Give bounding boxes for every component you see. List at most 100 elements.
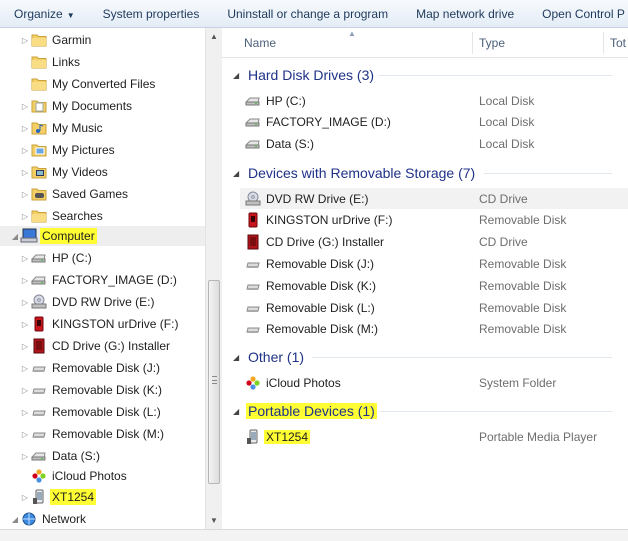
expand-arrow-icon[interactable]: ▷ (20, 168, 30, 177)
nav-item-removable-disk-l[interactable]: ▷ Removable Disk (L:) (20, 402, 163, 422)
expand-arrow-icon[interactable]: ▷ (20, 254, 30, 263)
nav-item-my-documents[interactable]: ▷ My Documents (20, 96, 134, 116)
nav-item-computer[interactable]: ◢ Computer (10, 226, 97, 246)
list-item[interactable]: FACTORY_IMAGE (D:) Local Disk (240, 112, 628, 133)
collapse-group-icon[interactable]: ◢ (233, 71, 239, 80)
item-name: Removable Disk (K:) (266, 278, 377, 293)
item-name: iCloud Photos (266, 375, 341, 390)
column-divider[interactable] (603, 32, 604, 54)
nav-item-removable-disk-j[interactable]: ▷ Removable Disk (J:) (20, 358, 162, 378)
expand-arrow-icon[interactable]: ▷ (20, 102, 30, 111)
collapse-group-icon[interactable]: ◢ (233, 407, 239, 416)
nav-item-links[interactable]: Links (20, 52, 82, 72)
nav-item-label: DVD RW Drive (E:) (52, 295, 155, 309)
nav-item-data-s[interactable]: ▷ Data (S:) (20, 446, 102, 466)
nav-item-my-pictures[interactable]: ▷ My Pictures (20, 140, 117, 160)
expand-arrow-icon[interactable]: ▷ (20, 190, 30, 199)
expand-arrow-icon[interactable]: ▷ (20, 430, 30, 439)
item-type: Removable Disk (479, 322, 567, 337)
music-icon (30, 120, 48, 136)
expand-arrow-icon[interactable]: ▷ (20, 212, 30, 221)
column-name[interactable]: Name (244, 28, 276, 58)
group-header[interactable]: ◢ Portable Devices (1) (222, 400, 628, 422)
nav-item-network[interactable]: ◢ Network (10, 509, 88, 529)
nav-item-cd-drive-g-installer[interactable]: ▷ CD Drive (G:) Installer (20, 336, 172, 356)
list-item[interactable]: CD Drive (G:) Installer CD Drive (240, 232, 628, 253)
item-type: Portable Media Player (479, 429, 598, 444)
nav-item-searches[interactable]: ▷ Searches (20, 206, 105, 226)
scroll-up-icon[interactable]: ▲ (206, 28, 222, 45)
list-item[interactable]: iCloud Photos System Folder (240, 372, 628, 393)
expand-arrow-icon[interactable]: ▷ (20, 408, 30, 417)
computer-icon (20, 228, 38, 244)
nav-item-xt1254[interactable]: ▷ XT1254 (20, 487, 97, 507)
list-item[interactable]: DVD RW Drive (E:) CD Drive (240, 188, 628, 209)
item-type: Local Disk (479, 93, 535, 108)
expand-arrow-icon[interactable]: ▷ (20, 493, 30, 502)
expand-arrow-icon[interactable]: ▷ (20, 36, 30, 45)
uninstall-program-button[interactable]: Uninstall or change a program (213, 0, 402, 27)
list-item[interactable]: KINGSTON urDrive (F:) Removable Disk (240, 210, 628, 231)
nav-item-label: Computer (40, 228, 97, 244)
removable-disk-icon (244, 256, 262, 272)
nav-item-my-music[interactable]: ▷ My Music (20, 118, 105, 138)
group-divider (484, 173, 612, 174)
nav-item-factory-image-d[interactable]: ▷ FACTORY_IMAGE (D:) (20, 270, 179, 290)
expanded-arrow-icon[interactable]: ◢ (10, 515, 20, 524)
content-pane: ▲ Name Type Tot ◢ Hard Disk Drives (3) HP … (222, 28, 628, 529)
nav-item-label: My Videos (52, 165, 108, 179)
folder-icon (30, 208, 48, 224)
list-item[interactable]: Removable Disk (L:) Removable Disk (240, 297, 628, 318)
expand-arrow-icon[interactable]: ▷ (20, 320, 30, 329)
nav-item-removable-disk-m[interactable]: ▷ Removable Disk (M:) (20, 424, 166, 444)
nav-item-label: Removable Disk (K:) (52, 383, 163, 397)
map-network-drive-button[interactable]: Map network drive (402, 0, 528, 27)
system-properties-button[interactable]: System properties (89, 0, 214, 27)
usb-drive-icon (30, 316, 48, 332)
list-item[interactable]: XT1254 Portable Media Player (240, 426, 628, 447)
collapse-group-icon[interactable]: ◢ (233, 169, 239, 178)
column-total[interactable]: Tot (610, 28, 626, 58)
expand-arrow-icon[interactable]: ▷ (20, 276, 30, 285)
expand-arrow-icon[interactable]: ▷ (20, 298, 30, 307)
list-item[interactable]: Data (S:) Local Disk (240, 134, 628, 155)
nav-item-saved-games[interactable]: ▷ Saved Games (20, 184, 130, 204)
nav-item-kingston-urdrive-f[interactable]: ▷ KINGSTON urDrive (F:) (20, 314, 180, 334)
item-name: FACTORY_IMAGE (D:) (266, 115, 391, 130)
list-item[interactable]: HP (C:) Local Disk (240, 90, 628, 111)
expand-arrow-icon[interactable]: ▷ (20, 124, 30, 133)
removable-disk-icon (244, 300, 262, 316)
open-control-panel-button[interactable]: Open Control P (528, 0, 628, 27)
list-item[interactable]: Removable Disk (J:) Removable Disk (240, 253, 628, 274)
column-divider[interactable] (472, 32, 473, 54)
cd-installer-icon (30, 338, 48, 354)
group-divider (312, 357, 612, 358)
group-header[interactable]: ◢ Other (1) (222, 346, 628, 368)
expand-arrow-icon[interactable]: ▷ (20, 146, 30, 155)
list-item[interactable]: Removable Disk (M:) Removable Disk (240, 319, 628, 340)
collapse-group-icon[interactable]: ◢ (233, 353, 239, 362)
group-header[interactable]: ◢ Devices with Removable Storage (7) (222, 162, 628, 184)
nav-item-removable-disk-k[interactable]: ▷ Removable Disk (K:) (20, 380, 164, 400)
scroll-thumb[interactable] (208, 280, 220, 484)
nav-item-my-converted-files[interactable]: My Converted Files (20, 74, 157, 94)
organize-button[interactable]: Organize ▼ (0, 0, 89, 27)
list-item[interactable]: Removable Disk (K:) Removable Disk (240, 275, 628, 296)
expand-arrow-icon[interactable]: ▷ (20, 342, 30, 351)
expand-arrow-icon[interactable]: ▷ (20, 386, 30, 395)
nav-scrollbar[interactable]: ▲ ▼ (205, 28, 222, 529)
column-type[interactable]: Type (479, 28, 505, 58)
expanded-arrow-icon[interactable]: ◢ (10, 232, 20, 241)
nav-item-icloud-photos[interactable]: iCloud Photos (20, 466, 129, 486)
group-header[interactable]: ◢ Hard Disk Drives (3) (222, 64, 628, 86)
nav-item-hp-c[interactable]: ▷ HP (C:) (20, 248, 94, 268)
expand-arrow-icon[interactable]: ▷ (20, 364, 30, 373)
nav-item-label: Data (S:) (52, 449, 101, 463)
expand-arrow-icon[interactable]: ▷ (20, 452, 30, 461)
nav-item-my-videos[interactable]: ▷ My Videos (20, 162, 110, 182)
nav-item-dvd-rw-drive-e[interactable]: ▷ DVD RW Drive (E:) (20, 292, 156, 312)
scroll-down-icon[interactable]: ▼ (206, 512, 222, 529)
item-type: Local Disk (479, 115, 535, 130)
nav-item-garmin[interactable]: ▷ Garmin (20, 30, 93, 50)
usb-drive-icon (244, 212, 262, 228)
